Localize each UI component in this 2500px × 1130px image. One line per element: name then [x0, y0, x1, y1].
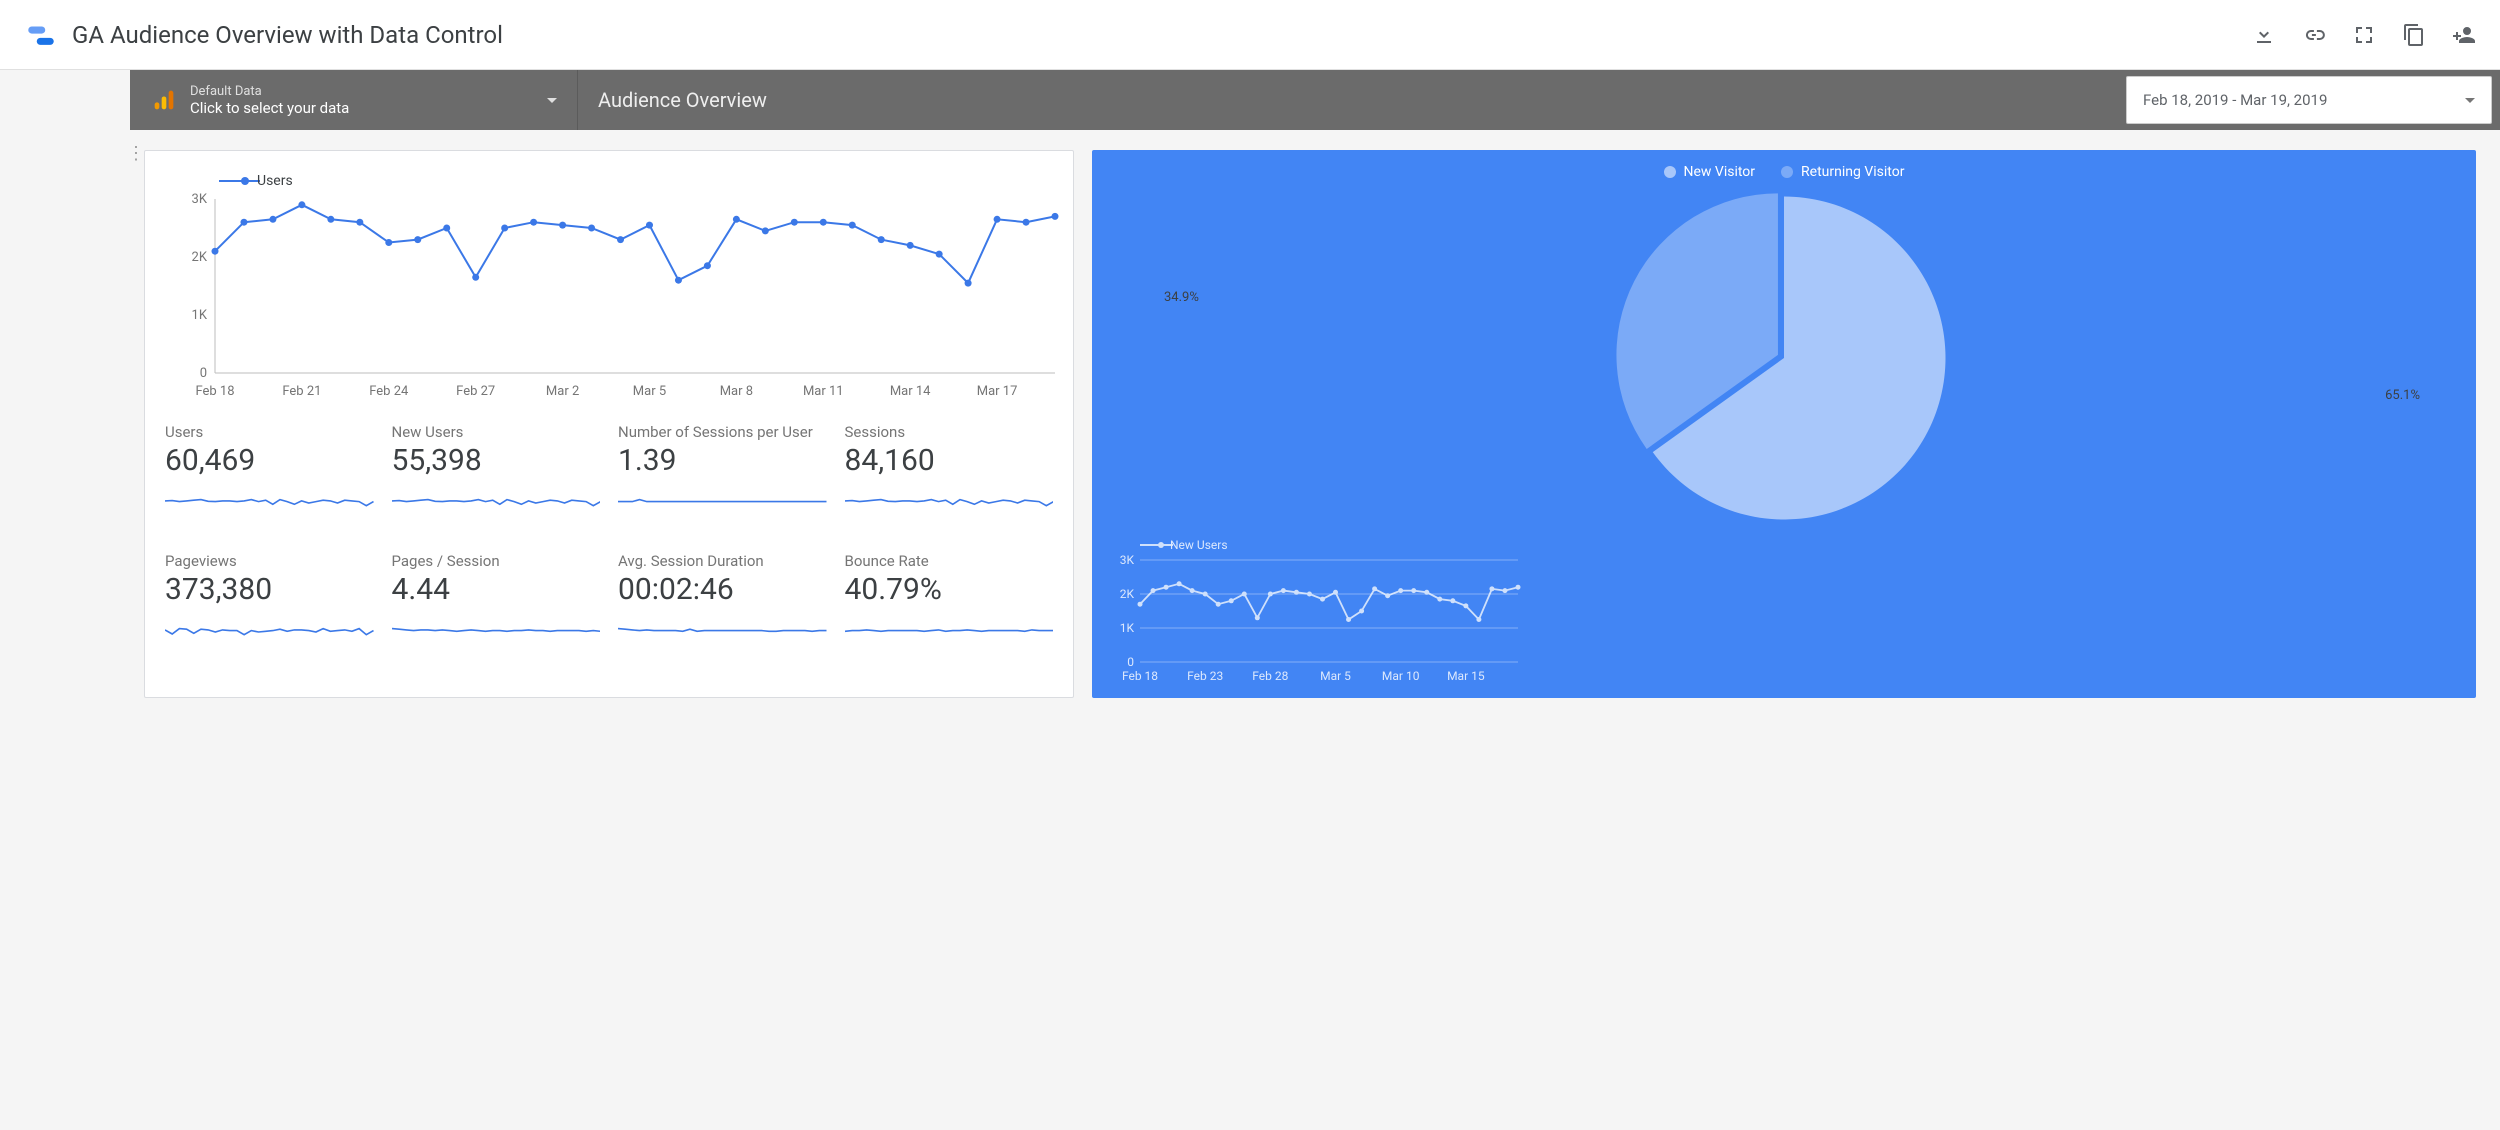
svg-text:0: 0 — [200, 366, 207, 381]
pie-legend: New Visitor Returning Visitor — [1106, 164, 2462, 180]
metric-value: 373,380 — [165, 572, 374, 607]
header-actions — [2252, 23, 2476, 47]
datasource-label-main: Click to select your data — [190, 99, 547, 117]
metric-sparkline — [392, 488, 601, 522]
new-users-line-chart[interactable]: 0 1K 2K 3K Feb 18 Feb 23 Feb 28 Mar 5 Mar 10 Mar … — [1106, 554, 1526, 684]
metric-label: Pageviews — [165, 552, 374, 570]
legend-swatch — [1140, 541, 1164, 549]
metric-tile[interactable]: Sessions 84,160 — [845, 423, 1054, 526]
svg-text:Mar 2: Mar 2 — [546, 384, 579, 399]
card-options-icon[interactable]: ⋮ — [127, 151, 145, 157]
main-chart-card: ⋮ Users 01K2K3KFeb 18Feb 21Feb 24Feb 27M… — [144, 150, 1074, 698]
metric-label: Users — [165, 423, 374, 441]
metric-label: Pages / Session — [392, 552, 601, 570]
visitor-pie-chart[interactable]: 34.9% 65.1% — [1106, 188, 2462, 528]
users-line-chart[interactable]: 0 1K 2K 3K Feb 18 Feb 21 Feb 24 Feb 27 Mar 2 Mar … — [165, 191, 1065, 401]
svg-text:Feb 18: Feb 18 — [1122, 669, 1158, 683]
svg-text:Feb 28: Feb 28 — [1252, 669, 1288, 683]
metric-value: 1.39 — [618, 443, 827, 478]
metric-sparkline — [392, 617, 601, 651]
download-icon[interactable] — [2252, 23, 2276, 47]
metric-sparkline — [165, 488, 374, 522]
svg-text:3K: 3K — [1120, 554, 1135, 567]
add-person-icon[interactable] — [2452, 23, 2476, 47]
report-body: ⋮ Users 0 1K 2K 3K Feb 18 Feb 21 Feb 24 Feb 27 M… — [0, 130, 2500, 718]
svg-text:Mar 5: Mar 5 — [1320, 669, 1351, 683]
svg-text:Mar 14: Mar 14 — [890, 384, 931, 399]
date-range-selector[interactable]: Feb 18, 2019 - Mar 19, 2019 — [2126, 76, 2492, 124]
metric-tile[interactable]: Pages / Session 4.44 — [392, 552, 601, 655]
svg-text:Feb 18: Feb 18 — [195, 384, 234, 399]
pie-legend-returning: Returning Visitor — [1781, 164, 1904, 180]
legend-label: New Users — [1170, 538, 1228, 552]
fullscreen-icon[interactable] — [2352, 23, 2376, 47]
svg-text:2K: 2K — [192, 250, 208, 265]
svg-text:Feb 24: Feb 24 — [369, 384, 409, 399]
metric-label: Sessions — [845, 423, 1054, 441]
svg-text:Mar 15: Mar 15 — [1447, 669, 1485, 683]
svg-text:Mar 11: Mar 11 — [803, 384, 844, 399]
svg-text:1K: 1K — [1120, 621, 1135, 635]
metric-value: 40.79% — [845, 572, 1054, 607]
pie-slice-label-new: 65.1% — [2385, 388, 2420, 403]
side-card: New Visitor Returning Visitor 34.9% 65.1… — [1092, 150, 2476, 698]
metric-tile[interactable]: Users 60,469 — [165, 423, 374, 526]
metric-tile[interactable]: Pageviews 373,380 — [165, 552, 374, 655]
copy-icon[interactable] — [2402, 23, 2426, 47]
metric-sparkline — [618, 488, 827, 522]
page-title: GA Audience Overview with Data Control — [72, 21, 503, 49]
product-logo — [24, 18, 58, 52]
svg-text:1K: 1K — [192, 308, 208, 323]
metric-sparkline — [845, 617, 1054, 651]
main-chart-legend: Users — [219, 173, 1053, 189]
legend-swatch — [219, 176, 249, 186]
svg-text:2K: 2K — [1120, 587, 1135, 601]
metric-value: 55,398 — [392, 443, 601, 478]
svg-text:Feb 23: Feb 23 — [1187, 669, 1223, 683]
metric-value: 4.44 — [392, 572, 601, 607]
svg-text:Feb 21: Feb 21 — [282, 384, 321, 399]
pie-slice-label-returning: 34.9% — [1164, 290, 1199, 305]
metric-tile[interactable]: Bounce Rate 40.79% — [845, 552, 1054, 655]
metric-sparkline — [165, 617, 374, 651]
svg-text:Mar 17: Mar 17 — [977, 384, 1018, 399]
link-icon[interactable] — [2302, 23, 2326, 47]
report-page-title: Audience Overview — [578, 70, 2118, 130]
metric-sparkline — [845, 488, 1054, 522]
metrics-grid: Users 60,469 New Users 55,398 Number of … — [165, 423, 1053, 655]
chevron-down-icon — [2465, 98, 2475, 103]
datasource-label-small: Default Data — [190, 84, 547, 99]
datasource-selector[interactable]: Default Data Click to select your data — [130, 70, 578, 130]
metric-tile[interactable]: Number of Sessions per User 1.39 — [618, 423, 827, 526]
metric-label: Number of Sessions per User — [618, 423, 827, 441]
analytics-icon — [150, 86, 178, 114]
svg-text:Mar 5: Mar 5 — [633, 384, 666, 399]
metric-value: 84,160 — [845, 443, 1054, 478]
metric-tile[interactable]: New Users 55,398 — [392, 423, 601, 526]
control-bar: Default Data Click to select your data A… — [130, 70, 2500, 130]
side-chart-legend: New Users — [1140, 538, 2462, 552]
svg-text:Mar 8: Mar 8 — [720, 384, 753, 399]
date-range-label: Feb 18, 2019 - Mar 19, 2019 — [2143, 91, 2327, 109]
svg-text:0: 0 — [1127, 655, 1134, 669]
chevron-down-icon — [547, 98, 557, 103]
svg-text:Feb 27: Feb 27 — [456, 384, 495, 399]
svg-text:3K: 3K — [192, 192, 208, 207]
metric-sparkline — [618, 617, 827, 651]
metric-tile[interactable]: Avg. Session Duration 00:02:46 — [618, 552, 827, 655]
metric-label: Bounce Rate — [845, 552, 1054, 570]
app-header: GA Audience Overview with Data Control — [0, 0, 2500, 70]
metric-label: Avg. Session Duration — [618, 552, 827, 570]
metric-value: 00:02:46 — [618, 572, 827, 607]
metric-label: New Users — [392, 423, 601, 441]
metric-value: 60,469 — [165, 443, 374, 478]
pie-legend-new: New Visitor — [1664, 164, 1756, 180]
legend-label: Users — [257, 173, 293, 189]
svg-text:Mar 10: Mar 10 — [1382, 669, 1420, 683]
